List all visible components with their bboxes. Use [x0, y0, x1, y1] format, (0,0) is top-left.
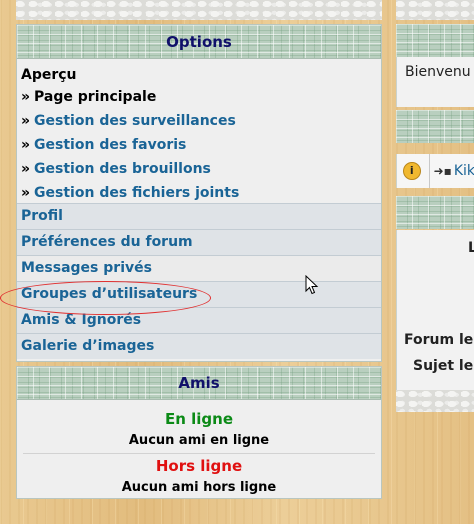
nav-item-friends-foes[interactable]: Amis & Ignorés [17, 307, 381, 333]
overview-item-label: Gestion des fichiers joints [34, 185, 240, 201]
right-header-bar-3 [396, 196, 474, 229]
options-header: Options [17, 25, 381, 59]
bullet-icon: » [21, 89, 31, 105]
bullet-icon: » [21, 161, 31, 177]
label-l: L [468, 240, 474, 256]
offline-heading: Hors ligne [155, 457, 243, 475]
offline-friends-text: Aucun ami hors ligne [121, 480, 277, 495]
bullet-icon: » [21, 185, 31, 201]
overview-item-main-page[interactable]: » Page principale [21, 85, 381, 109]
overview-item-label: Page principale [34, 89, 157, 105]
overview-item-watch-management[interactable]: » Gestion des surveillances [21, 109, 381, 133]
nav-item-image-gallery[interactable]: Galerie d’images [17, 333, 381, 359]
overview-section: Aperçu » Page principale » Gestion des sur… [17, 59, 381, 203]
overview-title: Aperçu [21, 67, 77, 83]
info-icon: i [403, 162, 421, 180]
nav-item-user-groups[interactable]: Groupes d’utilisateurs [17, 281, 381, 307]
nav-item-profile[interactable]: Profil [17, 203, 381, 229]
overview-item-attachments[interactable]: » Gestion des fichiers joints [21, 181, 381, 205]
vertical-divider [428, 154, 430, 188]
options-panel: Options Aperçu » Page principale » Gestion… [16, 24, 382, 362]
online-friends-text: Aucun ami en ligne [128, 433, 270, 448]
forum-info-box: L Forum le Sujet le [396, 230, 474, 390]
bullet-icon: » [21, 113, 31, 129]
login-icon: ➜▪ [433, 164, 452, 178]
welcome-box: Bienvenu [396, 57, 474, 107]
overview-item-label: Gestion des brouillons [34, 161, 211, 177]
mouse-cursor-icon [305, 275, 319, 295]
user-info-row: i ➜▪ Kik [396, 154, 474, 188]
friends-panel: Amis En ligne Aucun ami en ligne Hors li… [16, 366, 382, 499]
overview-item-label: Gestion des surveillances [34, 113, 236, 129]
options-title: Options [166, 32, 232, 51]
forum-label: Forum le [404, 332, 474, 348]
right-column: Bienvenu i ➜▪ Kik L Forum le Sujet le [396, 0, 474, 412]
welcome-text: Bienvenu [405, 64, 471, 80]
friends-body: En ligne Aucun ami en ligne Hors ligne A… [17, 400, 381, 499]
right-header-bar-2 [396, 110, 474, 143]
right-bottom-strip [396, 390, 474, 412]
bullet-icon: » [21, 137, 31, 153]
overview-item-drafts[interactable]: » Gestion des brouillons [21, 157, 381, 181]
subject-label: Sujet le [413, 358, 474, 374]
user-link[interactable]: Kik [454, 163, 474, 179]
online-heading: En ligne [164, 410, 234, 428]
right-header-bar [396, 24, 474, 57]
nav-item-forum-preferences[interactable]: Préférences du forum [17, 229, 381, 255]
friends-divider [23, 453, 375, 454]
nav-item-private-messages[interactable]: Messages privés [17, 255, 381, 281]
top-decor-strip [16, 0, 382, 20]
overview-item-label: Gestion des favoris [34, 137, 187, 153]
friends-title: Amis [178, 374, 220, 392]
overview-item-bookmarks[interactable]: » Gestion des favoris [21, 133, 381, 157]
friends-header: Amis [17, 367, 381, 400]
right-top-strip [396, 0, 474, 20]
